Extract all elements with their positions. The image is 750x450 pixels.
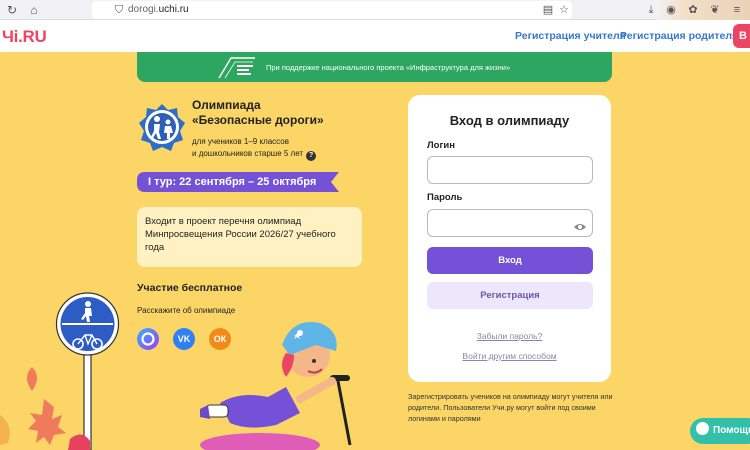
- login-input[interactable]: [427, 156, 593, 184]
- olympiad-audience: для учеников 1–9 классов и дошкольников …: [192, 136, 317, 161]
- help-label: Помощь: [713, 425, 750, 436]
- menu-icon[interactable]: ≡: [730, 3, 744, 17]
- reader-view-icon[interactable]: ▤: [541, 3, 555, 17]
- reload-icon[interactable]: ↻: [4, 2, 20, 18]
- browser-toolbar: ↻ ⌂ ⛉ dorogi.uchi.ru ▤ ☆ ⤓ ◉ ✿ ❦ ≡: [0, 0, 750, 20]
- url-text[interactable]: dorogi.uchi.ru: [128, 4, 189, 15]
- extension-leaf-icon[interactable]: ❦: [708, 3, 722, 17]
- login-submit-button[interactable]: Вход: [427, 247, 593, 274]
- login-label: Логин: [427, 140, 456, 151]
- autumn-leaves-decoration: [0, 367, 90, 450]
- other-login-method-link[interactable]: Войти другим способом: [408, 351, 611, 361]
- audience-line1: для учеников 1–9 классов: [192, 137, 289, 146]
- site-info-icon[interactable]: ⛉: [112, 3, 126, 17]
- login-header-button[interactable]: В: [733, 24, 750, 48]
- audience-line2: и дошкольников старше 5 лет: [192, 149, 304, 158]
- account-icon[interactable]: ◉: [664, 3, 678, 17]
- help-chat-button[interactable]: Помощь: [690, 418, 750, 444]
- help-question-icon[interactable]: ?: [306, 151, 317, 161]
- tour-dates-ribbon: I тур: 22 сентября – 25 октября: [137, 172, 339, 192]
- show-password-eye-icon[interactable]: [573, 222, 587, 232]
- national-project-logo: [218, 57, 255, 79]
- max-share-icon[interactable]: [137, 328, 159, 350]
- registration-note: Зарегистрировать учеников на олимпиаду м…: [408, 392, 613, 423]
- login-card-title: Вход в олимпиаду: [449, 113, 570, 128]
- downloads-icon[interactable]: ⤓: [644, 3, 658, 17]
- home-icon[interactable]: ⌂: [26, 2, 42, 18]
- login-card: Вход в олимпиаду Логин Пароль Вход Регис…: [408, 95, 611, 382]
- register-teacher-link[interactable]: Регистрация учителя: [515, 30, 626, 42]
- olympiad-emblem: [139, 104, 185, 151]
- forgot-password-link[interactable]: Забыли пароль?: [408, 331, 611, 341]
- free-participation-title: Участие бесплатное: [137, 282, 243, 294]
- olympiad-title: Олимпиада «Безопасные дороги»: [192, 98, 372, 128]
- site-header: Чi.RU Регистрация учителя Регистрация ро…: [0, 20, 750, 52]
- max-logo-icon: [137, 328, 159, 350]
- national-project-banner: При поддержке национального проекта «Инф…: [137, 52, 612, 82]
- password-input[interactable]: [427, 209, 593, 237]
- olympiad-title-line1: Олимпиада: [192, 98, 261, 112]
- ministry-list-info: Входит в проект перечня олимпиад Минпрос…: [137, 207, 362, 267]
- bookmark-star-icon[interactable]: ☆: [557, 3, 571, 17]
- chat-icon: [696, 422, 709, 435]
- uchi-logo[interactable]: Чi.RU: [2, 27, 47, 47]
- extensions-icon[interactable]: ✿: [686, 3, 700, 17]
- share-label: Расскажите об олимпиаде: [137, 306, 236, 315]
- password-label: Пароль: [427, 192, 463, 203]
- olympiad-title-line2: «Безопасные дороги»: [192, 113, 324, 127]
- tour-dates-text: I тур: 22 сентября – 25 октября: [148, 176, 317, 188]
- registration-button[interactable]: Регистрация: [427, 282, 593, 309]
- kid-on-scooter-illustration: [200, 321, 352, 450]
- register-parent-link[interactable]: Регистрация родителя: [620, 30, 738, 42]
- banner-text: При поддержке национального проекта «Инф…: [266, 63, 511, 72]
